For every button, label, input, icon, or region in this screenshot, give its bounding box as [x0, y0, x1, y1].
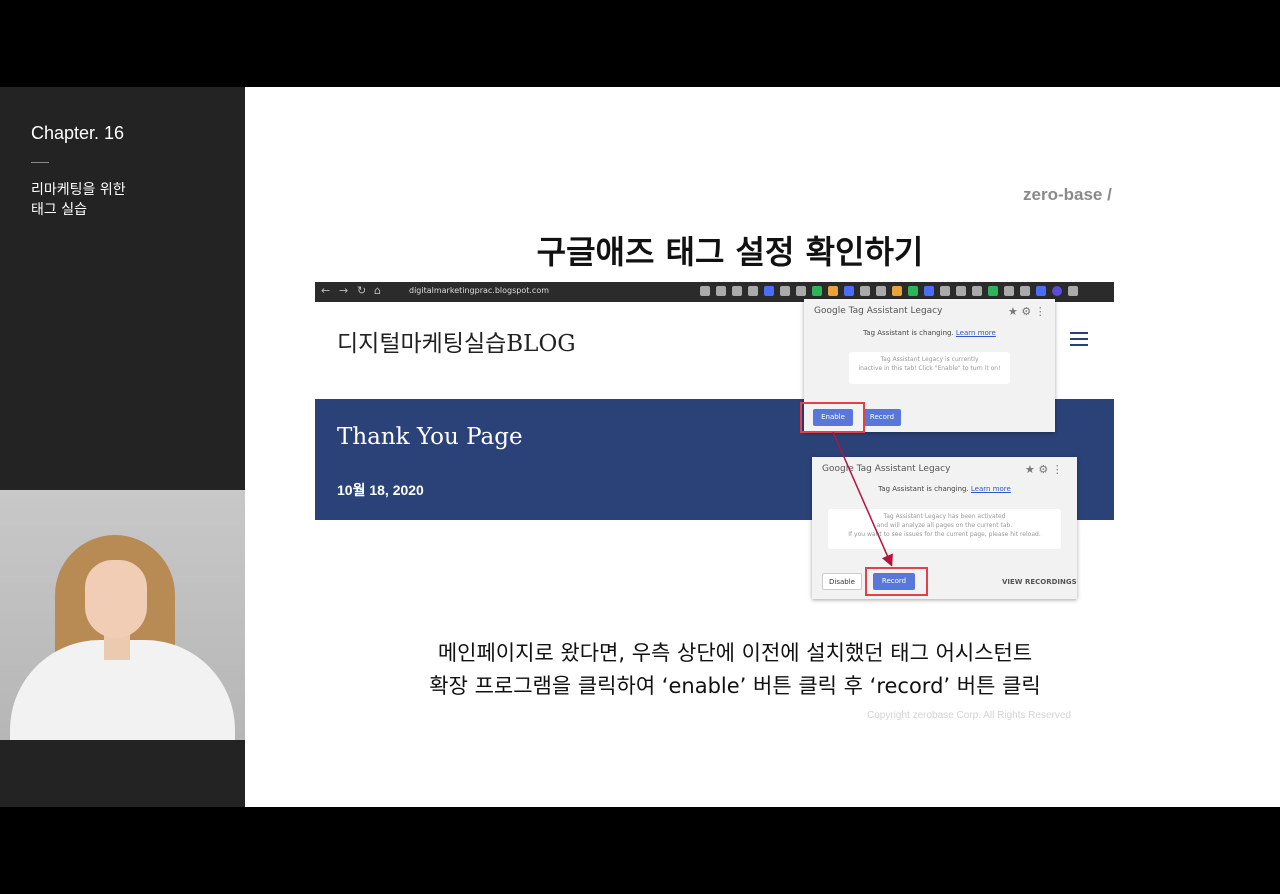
caption-line2: 확장 프로그램을 클릭하여 ‘enable’ 버튼 클릭 후 ‘record’ …: [429, 674, 1041, 698]
webcam-figure-face: [85, 560, 147, 638]
caption-line1: 메인페이지로 왔다면, 우측 상단에 이전에 설치했던 태그 어시스턴트: [437, 641, 1033, 665]
lecture-sidebar: Chapter. 16 리마케팅을 위한 태그 실습: [0, 87, 245, 807]
zero-base-logo: zero-base /: [1023, 185, 1112, 204]
chapter-divider: [31, 162, 49, 163]
lesson-title-line1: 리마케팅을 위한: [31, 182, 126, 198]
lesson-title: 리마케팅을 위한 태그 실습: [31, 180, 126, 220]
lesson-title-line2: 태그 실습: [31, 202, 87, 218]
copyright-text: Copyright zerobase Corp. All Rights Rese…: [867, 710, 1071, 721]
browser-screenshot: ← → ↻ ⌂ digitalmarketingprac.blogspot.co…: [315, 282, 1114, 599]
slide-caption: 메인페이지로 왔다면, 우측 상단에 이전에 설치했던 태그 어시스턴트 확장 …: [245, 637, 1225, 703]
instructor-webcam: [0, 490, 245, 740]
slide: zero-base / 구글애즈 태그 설정 확인하기 ← → ↻ ⌂ digi…: [245, 87, 1280, 807]
slide-heading: 구글애즈 태그 설정 확인하기: [536, 233, 924, 271]
chapter-label: Chapter. 16: [31, 123, 125, 143]
arrow-annotation: [832, 431, 893, 567]
